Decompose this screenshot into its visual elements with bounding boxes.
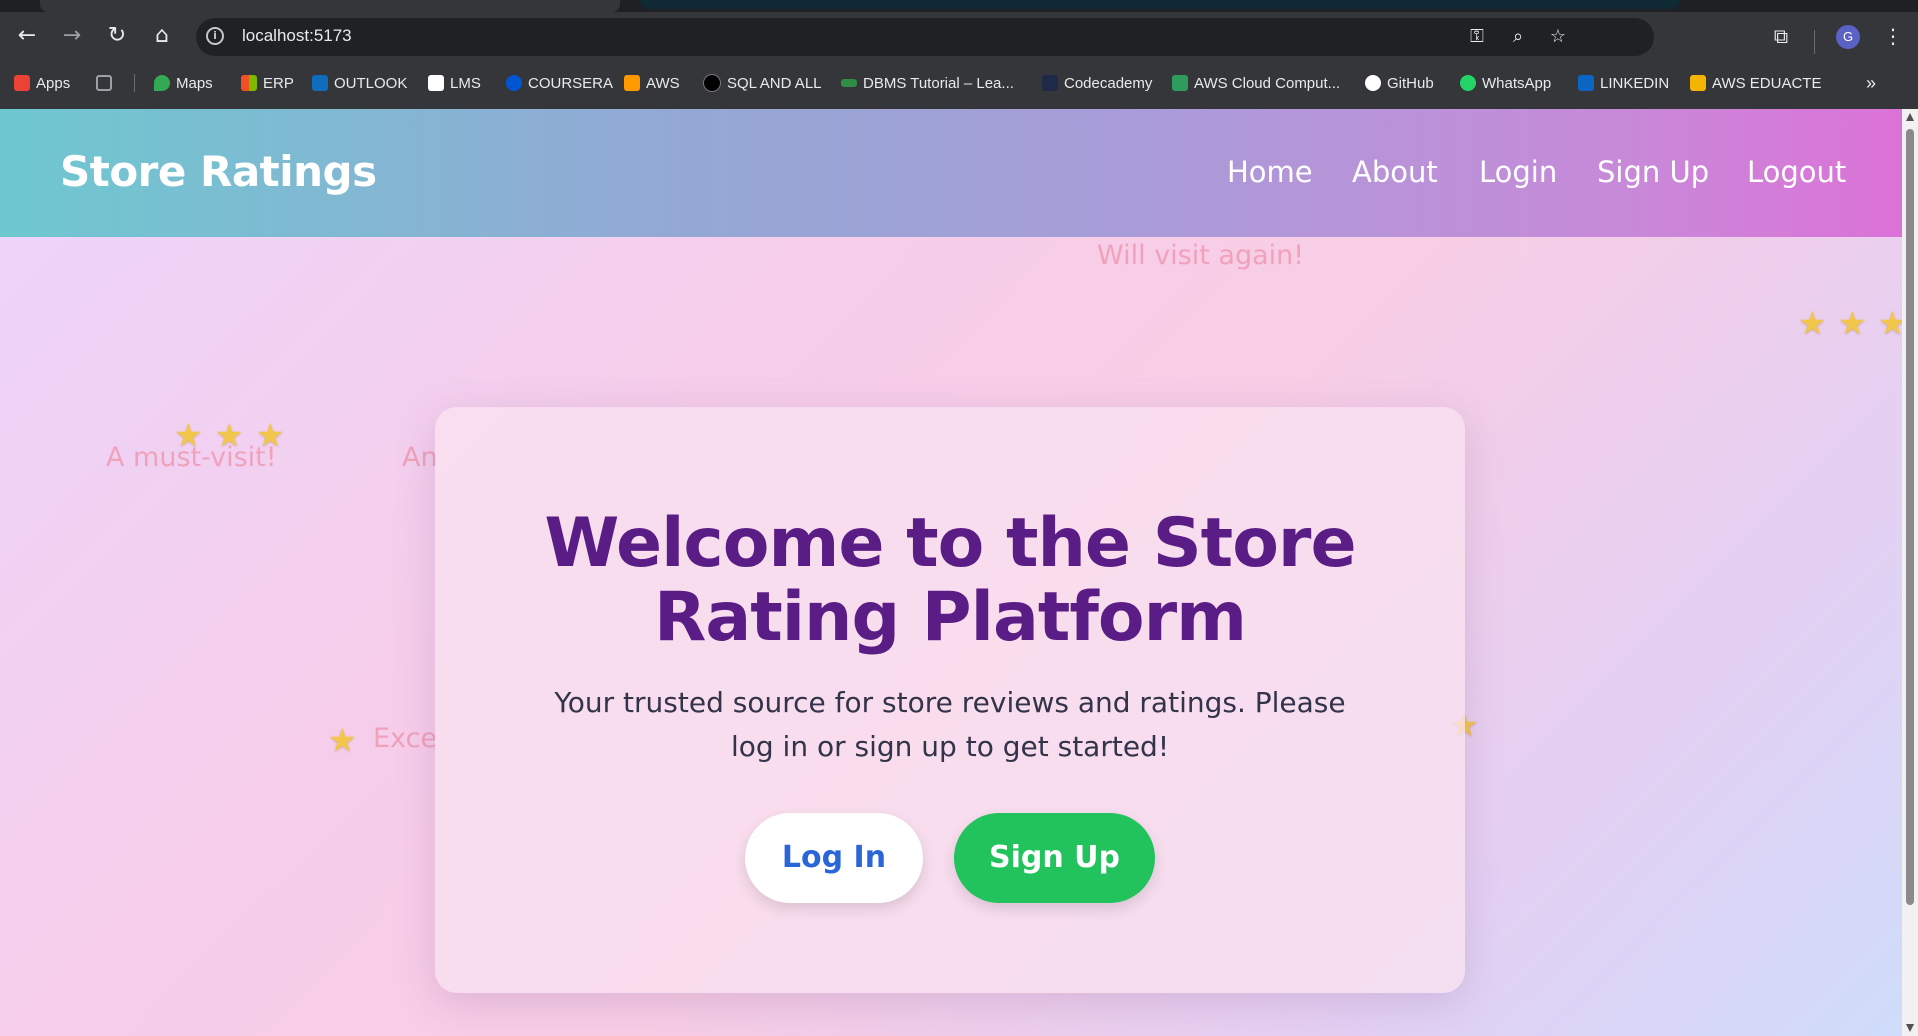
nav-login-link[interactable]: Login bbox=[1479, 155, 1557, 189]
site-navbar: Store Ratings Home About Login Sign Up L… bbox=[0, 109, 1902, 237]
zoom-icon[interactable]: ⌕ bbox=[1507, 26, 1529, 48]
nav-home-link[interactable]: Home bbox=[1227, 155, 1313, 189]
inactive-tab[interactable] bbox=[640, 0, 1680, 9]
browser-toolbar: ← → ↻ ⌂ i localhost:5173 ⚿ ⌕ ☆ ⧉ G ⋮ App… bbox=[0, 0, 1918, 109]
hero-title: Welcome to the Store Rating Platform bbox=[544, 504, 1356, 657]
profile-avatar[interactable]: G bbox=[1836, 25, 1860, 49]
menu-kebab-icon[interactable]: ⋮ bbox=[1877, 20, 1909, 52]
coursera-icon bbox=[506, 75, 522, 91]
erp-icon bbox=[241, 75, 257, 91]
address-bar[interactable]: i localhost:5173 ⚿ ⌕ ☆ bbox=[196, 18, 1654, 56]
bookmark-star-icon[interactable]: ☆ bbox=[1547, 26, 1569, 48]
bookmark-divider bbox=[134, 74, 135, 92]
bookmark-grid[interactable] bbox=[96, 73, 112, 93]
apps-grid-icon bbox=[14, 75, 30, 91]
scroll-down-arrow-icon[interactable] bbox=[1906, 1024, 1914, 1032]
brand-title[interactable]: Store Ratings bbox=[60, 147, 377, 196]
bookmark-lms[interactable]: LMS bbox=[428, 73, 481, 93]
floating-review-text: A must-visit! bbox=[106, 442, 277, 473]
nav-about-link[interactable]: About bbox=[1352, 155, 1438, 189]
linkedin-icon bbox=[1578, 75, 1594, 91]
floating-review-text: An bbox=[402, 442, 438, 473]
lms-icon bbox=[428, 75, 444, 91]
floating-review-text: Will visit again! bbox=[1097, 240, 1305, 271]
sql-icon bbox=[703, 74, 721, 92]
bookmark-dbms[interactable]: DBMS Tutorial – Lea... bbox=[841, 73, 1014, 93]
bookmark-erp[interactable]: ERP bbox=[241, 73, 294, 93]
url-text[interactable]: localhost:5173 bbox=[242, 26, 352, 46]
password-key-icon[interactable]: ⚿ bbox=[1466, 26, 1488, 48]
bookmark-aws[interactable]: AWS bbox=[624, 73, 680, 93]
geeksforgeeks-icon bbox=[841, 79, 857, 87]
star-icon: ★ bbox=[1838, 304, 1867, 342]
github-icon bbox=[1365, 75, 1381, 91]
active-tab[interactable] bbox=[40, 0, 620, 12]
bookmarks-bar: Apps Maps ERP OUTLOOK LMS COURSERA AWS S… bbox=[0, 66, 1918, 100]
aws-educate-icon bbox=[1690, 75, 1706, 91]
page-scrollbar[interactable] bbox=[1902, 109, 1918, 1036]
welcome-card: Welcome to the Store Rating Platform You… bbox=[435, 407, 1465, 993]
nav-logout-link[interactable]: Logout bbox=[1747, 155, 1846, 189]
bookmark-github[interactable]: GitHub bbox=[1365, 73, 1434, 93]
grid-icon bbox=[96, 75, 112, 91]
nav-signup-link[interactable]: Sign Up bbox=[1597, 155, 1709, 189]
aws-cube-icon bbox=[624, 75, 640, 91]
forward-arrow-icon[interactable]: → bbox=[56, 20, 88, 52]
scroll-up-arrow-icon[interactable] bbox=[1906, 113, 1914, 121]
bookmark-outlook[interactable]: OUTLOOK bbox=[312, 73, 407, 93]
site-info-icon[interactable]: i bbox=[206, 27, 224, 45]
bookmark-whatsapp[interactable]: WhatsApp bbox=[1460, 73, 1551, 93]
back-arrow-icon[interactable]: ← bbox=[11, 20, 43, 52]
bookmark-maps[interactable]: Maps bbox=[154, 73, 213, 93]
bookmark-aws-educate[interactable]: AWS EDUACTE bbox=[1690, 73, 1821, 93]
bookmark-sql[interactable]: SQL AND ALL bbox=[703, 73, 822, 93]
bookmark-coursera[interactable]: COURSERA bbox=[506, 73, 613, 93]
login-button[interactable]: Log In bbox=[745, 813, 923, 903]
reload-icon[interactable]: ↻ bbox=[101, 20, 133, 52]
codecademy-icon bbox=[1042, 75, 1058, 91]
extensions-icon[interactable]: ⧉ bbox=[1765, 20, 1797, 52]
bookmark-aws-cloud[interactable]: AWS Cloud Comput... bbox=[1172, 73, 1340, 93]
scrollbar-thumb[interactable] bbox=[1906, 129, 1914, 905]
floating-review-text: Exce bbox=[373, 723, 438, 754]
star-icon: ★ bbox=[1878, 304, 1902, 342]
more-bookmarks-chevron-icon[interactable]: » bbox=[1866, 73, 1876, 93]
tab-strip bbox=[0, 0, 1918, 12]
star-icon: ★ bbox=[328, 721, 357, 759]
signup-button[interactable]: Sign Up bbox=[954, 813, 1155, 903]
page-viewport: Store Ratings Home About Login Sign Up L… bbox=[0, 109, 1902, 1036]
star-icon: ★ bbox=[1798, 304, 1827, 342]
bookmark-apps[interactable]: Apps bbox=[14, 73, 70, 93]
bookmark-linkedin[interactable]: LINKEDIN bbox=[1578, 73, 1669, 93]
outlook-icon bbox=[312, 75, 328, 91]
home-icon[interactable]: ⌂ bbox=[146, 20, 178, 52]
toolbar-divider bbox=[1814, 30, 1815, 54]
aws-cloud-icon bbox=[1172, 75, 1188, 91]
bookmark-codecademy[interactable]: Codecademy bbox=[1042, 73, 1152, 93]
whatsapp-icon bbox=[1460, 75, 1476, 91]
hero-subtitle: Your trusted source for store reviews an… bbox=[554, 686, 1346, 763]
maps-pin-icon bbox=[154, 75, 170, 91]
